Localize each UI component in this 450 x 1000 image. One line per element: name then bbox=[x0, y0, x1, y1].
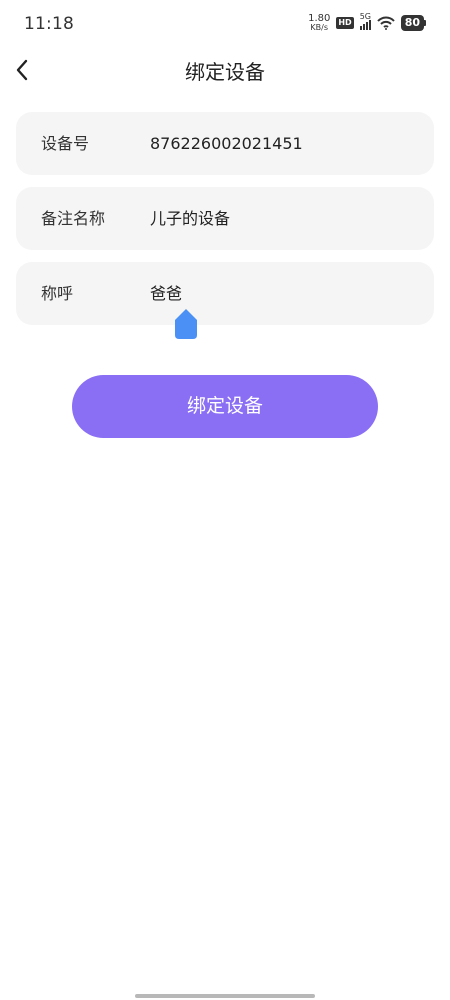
signal-bar bbox=[365, 22, 368, 30]
cellular-signal-icon: 5G bbox=[359, 12, 371, 30]
wifi-icon bbox=[376, 16, 395, 30]
signal-bar bbox=[368, 20, 371, 30]
remark-name-row[interactable]: 备注名称 儿子的设备 bbox=[16, 187, 434, 250]
home-indicator[interactable] bbox=[135, 994, 315, 998]
network-speed-unit: KB/s bbox=[310, 23, 329, 32]
network-type: 5G bbox=[359, 12, 371, 21]
battery-level: 80 bbox=[400, 15, 424, 31]
bind-device-button[interactable]: 绑定设备 bbox=[72, 375, 378, 438]
device-id-row: 设备号 876226002021451 bbox=[16, 112, 434, 175]
device-id-value: 876226002021451 bbox=[150, 134, 303, 153]
battery-tip bbox=[424, 20, 426, 26]
signal-bar bbox=[359, 26, 362, 30]
network-speed: 1.80 KB/s bbox=[308, 14, 330, 32]
remark-name-input[interactable]: 儿子的设备 bbox=[150, 187, 230, 250]
status-time: 11:18 bbox=[24, 14, 74, 34]
relationship-label: 称呼 bbox=[41, 284, 74, 303]
device-id-label: 设备号 bbox=[41, 134, 90, 153]
hd-icon: HD bbox=[336, 17, 354, 29]
bind-device-screen: 11:18 1.80 KB/s HD 5G 80 绑定设备 设备号 876226… bbox=[0, 0, 450, 1000]
relationship-row[interactable]: 称呼 爸爸 bbox=[16, 262, 434, 325]
status-bar: 11:18 1.80 KB/s HD 5G 80 bbox=[0, 0, 450, 48]
battery-icon: 80 bbox=[400, 15, 426, 31]
remark-name-label: 备注名称 bbox=[41, 209, 106, 228]
signal-bar bbox=[362, 24, 365, 30]
text-cursor-handle-icon[interactable] bbox=[173, 308, 199, 340]
status-icons: 1.80 KB/s HD 5G 80 bbox=[308, 12, 426, 32]
app-header: 绑定设备 bbox=[0, 48, 450, 92]
page-title: 绑定设备 bbox=[185, 60, 265, 84]
